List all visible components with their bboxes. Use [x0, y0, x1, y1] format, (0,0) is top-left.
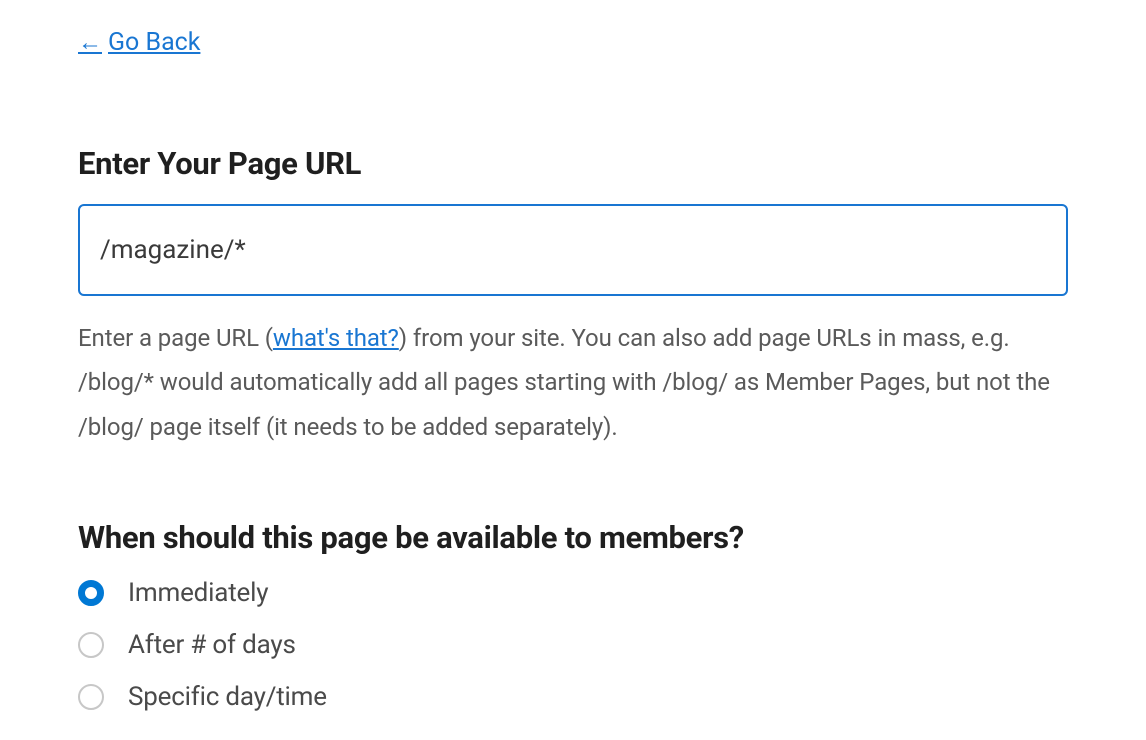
availability-heading: When should this page be available to me… [78, 519, 1068, 556]
radio-icon [78, 580, 104, 606]
helper-prefix: Enter a page URL ( [78, 324, 273, 352]
radio-icon [78, 632, 104, 658]
whats-that-link[interactable]: what's that? [273, 324, 399, 352]
go-back-link[interactable]: ← Go Back [78, 28, 200, 57]
arrow-left-icon: ← [78, 28, 102, 57]
radio-label: After # of days [128, 630, 296, 660]
url-section-heading: Enter Your Page URL [78, 145, 1068, 182]
radio-label: Specific day/time [128, 682, 327, 712]
url-helper-text: Enter a page URL (what's that?) from you… [78, 316, 1068, 449]
radio-option-after-days[interactable]: After # of days [78, 630, 1068, 660]
availability-radio-group: Immediately After # of days Specific day… [78, 578, 1068, 712]
radio-icon [78, 684, 104, 710]
radio-label: Immediately [128, 578, 268, 608]
go-back-label: Go Back [108, 28, 200, 57]
radio-option-specific-time[interactable]: Specific day/time [78, 682, 1068, 712]
page-url-input[interactable] [78, 204, 1068, 296]
radio-option-immediately[interactable]: Immediately [78, 578, 1068, 608]
